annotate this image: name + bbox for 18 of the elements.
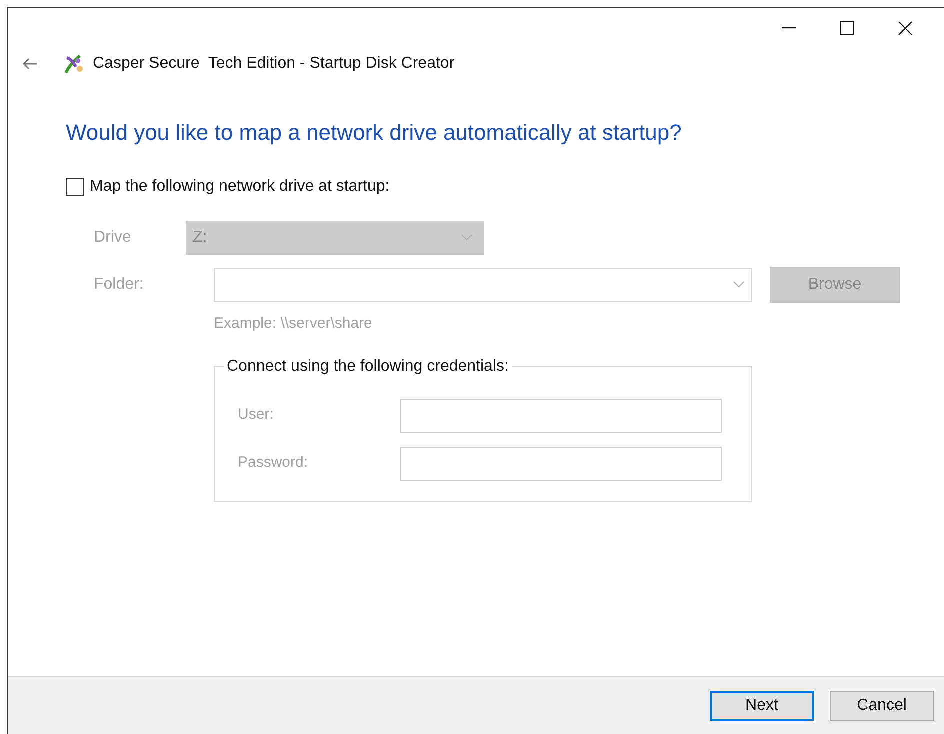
- credential-label: Password:: [238, 453, 310, 474]
- map-drive-checkbox[interactable]: [66, 178, 84, 196]
- folder-example-hint: Example: \\server\share: [214, 314, 374, 334]
- window-title: Casper Secure Tech Edition - Startup Disk Creator: [93, 54, 455, 74]
- credential-label: User:: [238, 405, 275, 426]
- checkbox-label: Map the following network drive at startup:: [90, 177, 390, 197]
- back-arrow-icon: [22, 58, 38, 70]
- drive-label: Drive: [93, 228, 132, 248]
- chevron-down-icon: [461, 234, 473, 242]
- folder-label: Folder:: [93, 275, 145, 295]
- app-logo-icon: [63, 53, 85, 75]
- chevron-down-icon: [733, 281, 745, 289]
- minimize-icon: [782, 27, 796, 29]
- footer-button[interactable]: Next: [710, 690, 814, 720]
- close-icon: [898, 20, 912, 36]
- footer-button[interactable]: Cancel: [830, 690, 934, 720]
- maximize-icon: [840, 21, 854, 35]
- page-heading: Would you like to map a network drive automatically at startup?: [66, 119, 683, 147]
